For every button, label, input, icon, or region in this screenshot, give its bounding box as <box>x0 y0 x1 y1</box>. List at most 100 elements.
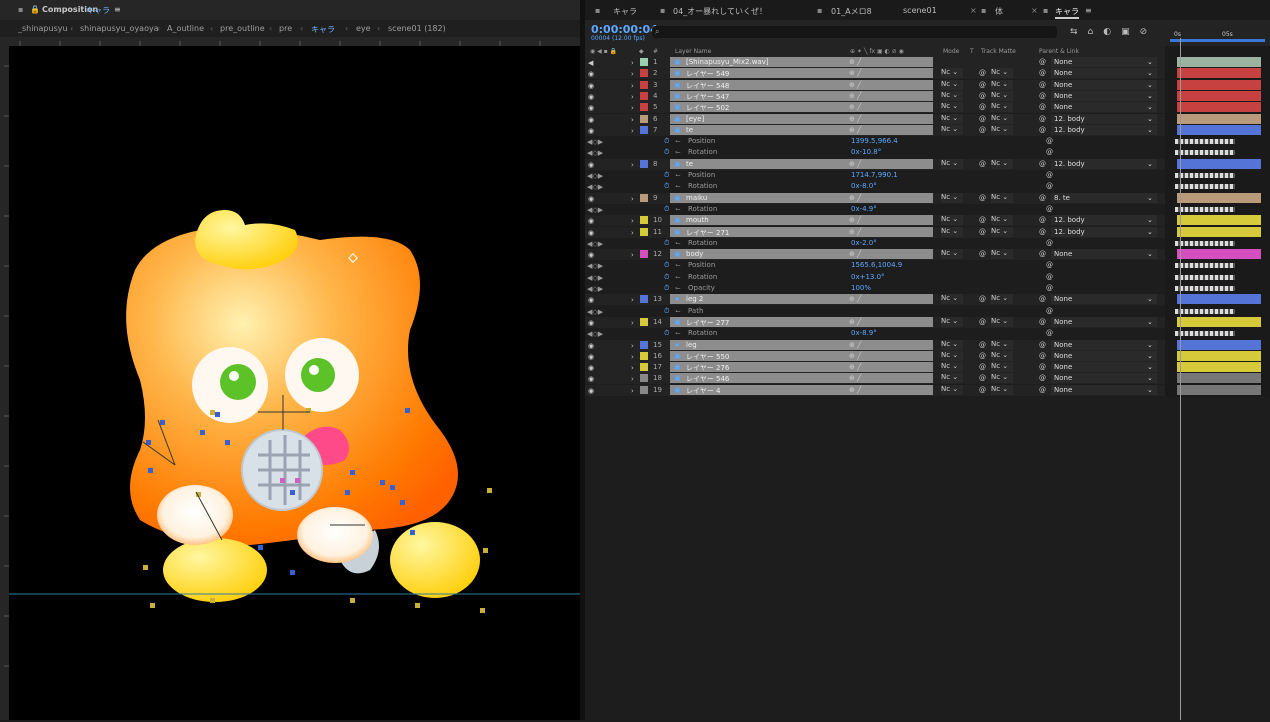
label-color-swatch[interactable] <box>640 92 648 100</box>
layer-row[interactable]: ◉ › 13 ★ leg 2 ⊕ ╱ Nc ⌄ Nc ⌄ @ @ None ⌄ <box>585 294 1165 305</box>
mode-dropdown[interactable]: Nc ⌄ <box>941 227 963 237</box>
timeline-empty-area[interactable] <box>585 397 1270 720</box>
layer-name[interactable]: レイヤー 547 <box>686 92 729 102</box>
visibility-eye-icon[interactable]: ◉ <box>588 229 594 237</box>
panel-menu-icon[interactable]: ≡ <box>114 5 121 14</box>
visibility-eye-icon[interactable]: ◉ <box>588 364 594 372</box>
time-ruler[interactable]: 0s 05s <box>1170 25 1270 45</box>
track-matte-dropdown[interactable]: Nc ⌄ <box>991 125 1013 135</box>
stopwatch-icon[interactable]: ⏱ <box>664 261 669 270</box>
track-matte-dropdown[interactable]: Nc ⌄ <box>991 373 1013 383</box>
work-area-bar[interactable] <box>1170 39 1265 42</box>
chevron-down-icon[interactable]: ⌄ <box>1147 295 1153 303</box>
layer-switches[interactable]: ⊕ ╱ <box>849 126 861 134</box>
matte-link-icon[interactable]: @ <box>979 216 986 224</box>
track-matte-dropdown[interactable]: Nc ⌄ <box>991 340 1013 350</box>
breadcrumb-item[interactable]: eye <box>356 24 371 33</box>
chevron-right-icon[interactable]: › <box>631 82 634 90</box>
label-color-swatch[interactable] <box>640 81 648 89</box>
layer-switches[interactable]: ⊕ ╱ <box>849 115 861 123</box>
keyframe-navigator-icon[interactable]: ◀◇▶ <box>587 183 603 191</box>
layer-switches[interactable]: ⊕ ╱ <box>849 295 861 303</box>
pickwhip-icon[interactable]: @ <box>1039 194 1046 202</box>
matte-link-icon[interactable]: @ <box>979 115 986 123</box>
layer-duration-bar[interactable] <box>1177 68 1261 78</box>
visibility-eye-icon[interactable]: ◉ <box>588 319 594 327</box>
layer-duration-bar[interactable] <box>1177 362 1261 372</box>
track-matte-header[interactable]: Track Matte <box>981 48 1016 55</box>
chevron-right-icon[interactable]: › <box>631 375 634 383</box>
mode-dropdown[interactable]: Nc ⌄ <box>941 385 963 395</box>
chevron-right-icon[interactable]: › <box>631 59 634 67</box>
layer-name-field[interactable] <box>670 159 933 169</box>
label-color-swatch[interactable] <box>640 363 648 371</box>
layer-duration-bar[interactable] <box>1177 159 1261 169</box>
label-color-swatch[interactable] <box>640 103 648 111</box>
graph-icon[interactable]: ⌙ <box>675 137 681 145</box>
pickwhip-icon[interactable]: @ <box>1039 69 1046 77</box>
mode-dropdown[interactable]: Nc ⌄ <box>941 362 963 372</box>
graph-icon[interactable]: ⌙ <box>675 205 681 213</box>
chevron-down-icon[interactable]: ⌄ <box>1147 250 1153 258</box>
breadcrumb-item[interactable]: A_outline <box>167 24 204 33</box>
layer-duration-bar[interactable] <box>1177 294 1261 304</box>
layer-duration-bar[interactable] <box>1177 114 1261 124</box>
layer-row[interactable]: ◉ › 16 ▣ レイヤー 550 ⊕ ╱ Nc ⌄ Nc ⌄ @ @ None ⌄ <box>585 351 1165 362</box>
pickwhip-icon[interactable]: @ <box>1039 228 1046 236</box>
layer-switches[interactable]: ⊕ ╱ <box>849 341 861 349</box>
mode-dropdown[interactable]: Nc ⌄ <box>941 249 963 259</box>
chevron-down-icon[interactable]: ⌄ <box>1147 374 1153 382</box>
mode-dropdown[interactable]: Nc ⌄ <box>941 317 963 327</box>
chevron-down-icon[interactable]: ⌄ <box>1147 216 1153 224</box>
chevron-down-icon[interactable]: ⌄ <box>1147 363 1153 371</box>
mode-dropdown[interactable]: Nc ⌄ <box>941 114 963 124</box>
keyframe-track[interactable] <box>1175 286 1235 291</box>
layer-switches[interactable]: ⊕ ╱ <box>849 386 861 394</box>
pickwhip-icon[interactable]: @ <box>1039 115 1046 123</box>
stopwatch-icon[interactable]: ⏱ <box>664 284 669 293</box>
mode-dropdown[interactable]: Nc ⌄ <box>941 125 963 135</box>
layer-switches[interactable]: ⊕ ╱ <box>849 318 861 326</box>
keyframe-track[interactable] <box>1175 150 1235 155</box>
layer-row[interactable]: ◉ › 8 ▣ te ⊕ ╱ Nc ⌄ Nc ⌄ @ @12. body ⌄ <box>585 159 1165 170</box>
matte-link-icon[interactable]: @ <box>979 341 986 349</box>
keyframe-navigator-icon[interactable]: ◀◇▶ <box>587 262 603 270</box>
property-value[interactable]: 0x-10.8° <box>851 148 881 156</box>
chevron-down-icon[interactable]: ⌄ <box>1147 126 1153 134</box>
layer-name[interactable]: レイヤー 502 <box>686 103 729 113</box>
expression-pickwhip-icon[interactable]: @ <box>1046 239 1053 247</box>
pickwhip-icon[interactable]: @ <box>1039 341 1046 349</box>
breadcrumb-item[interactable]: pre_outline <box>220 24 265 33</box>
layer-name-field[interactable] <box>670 249 933 259</box>
keyframe-navigator-icon[interactable]: ◀◇▶ <box>587 330 603 338</box>
label-color-swatch[interactable] <box>640 58 648 66</box>
label-color-swatch[interactable] <box>640 352 648 360</box>
property-value[interactable]: 100% <box>851 284 871 292</box>
chevron-down-icon[interactable]: ⌄ <box>1147 103 1153 111</box>
stopwatch-icon[interactable]: ⏱ <box>664 307 669 316</box>
label-color-swatch[interactable] <box>640 318 648 326</box>
chevron-right-icon[interactable]: › <box>631 342 634 350</box>
track-matte-dropdown[interactable]: Nc ⌄ <box>991 351 1013 361</box>
property-value[interactable]: 0x-4.9° <box>851 205 877 213</box>
layer-name[interactable]: te <box>686 126 693 134</box>
layer-row[interactable]: ◉ › 2 ▣ レイヤー 549 ⊕ ╱ Nc ⌄ Nc ⌄ @ @ None ⌄ <box>585 68 1165 79</box>
layer-row[interactable]: ◉ › 19 ▣ レイヤー 4 ⊕ ╱ Nc ⌄ Nc ⌄ @ @ None ⌄ <box>585 385 1165 396</box>
keyframe-navigator-icon[interactable]: ◀◇▶ <box>587 172 603 180</box>
layer-name[interactable]: レイヤー 548 <box>686 81 729 91</box>
breadcrumb-item[interactable]: _shinapusyu <box>18 24 68 33</box>
visibility-eye-icon[interactable]: ◉ <box>588 195 594 203</box>
property-row[interactable]: ◀◇▶ ⏱ ⌙ Opacity 100% @ <box>585 283 1165 294</box>
label-color-swatch[interactable] <box>640 115 648 123</box>
label-color-swatch[interactable] <box>640 69 648 77</box>
layer-switches[interactable]: ⊕ ╱ <box>849 216 861 224</box>
layer-name[interactable]: leg <box>686 341 697 349</box>
layer-duration-bar[interactable] <box>1177 57 1261 67</box>
stopwatch-icon[interactable]: ⏱ <box>664 273 669 282</box>
layer-switches[interactable]: ⊕ ╱ <box>849 228 861 236</box>
graph-icon[interactable]: ⌙ <box>675 261 681 269</box>
layer-name[interactable]: body <box>686 250 703 258</box>
chevron-right-icon[interactable]: › <box>631 353 634 361</box>
chevron-down-icon[interactable]: ⌄ <box>1147 352 1153 360</box>
label-color-swatch[interactable] <box>640 341 648 349</box>
